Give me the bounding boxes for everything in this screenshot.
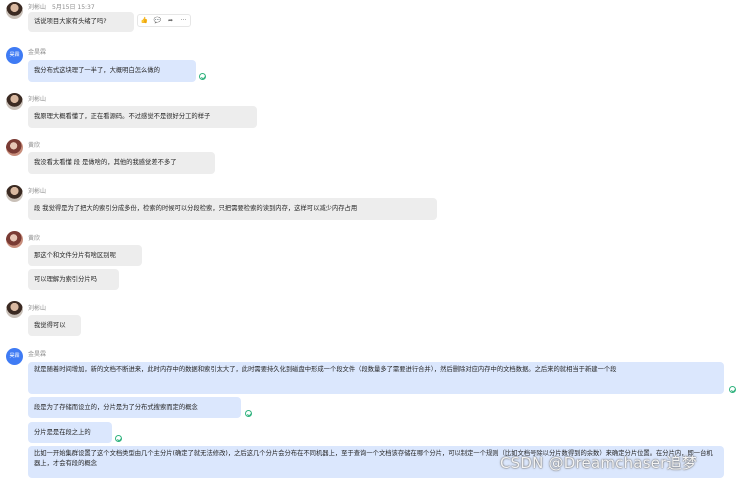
message-bubble[interactable]: 分片是是在段之上的 xyxy=(28,422,112,443)
comment-icon[interactable]: 💬 xyxy=(153,17,162,24)
avatar[interactable] xyxy=(6,2,23,19)
sender-name: 刘彬山 xyxy=(28,96,47,103)
sender-name: 黄欣 xyxy=(28,142,41,149)
sender-name: 刘彬山 xyxy=(28,188,47,195)
more-icon[interactable]: ··· xyxy=(179,17,188,24)
message-bubble[interactable]: 段 我觉得是为了把大的索引分成多份，检索的时候可以分段检索，只把需要检索的读到内… xyxy=(28,198,437,220)
message-bubble[interactable]: 话说项目大家有头绪了吗? xyxy=(28,12,134,32)
avatar[interactable] xyxy=(6,185,23,202)
sender-name: 金昊霖 xyxy=(28,49,47,56)
read-check-icon xyxy=(199,73,206,80)
message-bubble[interactable]: 我没看太看懂 段 是做啥的，其他的我感觉差不多了 xyxy=(28,152,215,174)
watermark: CSDN @Dreamchaser追梦 xyxy=(500,454,697,472)
sender-name: 黄欣 xyxy=(28,235,41,242)
sender-meta: 刘彬山 5月15日 15:37 xyxy=(28,2,95,11)
avatar[interactable] xyxy=(6,93,23,110)
share-icon[interactable]: ➦ xyxy=(166,17,175,24)
message-time: 5月15日 15:37 xyxy=(52,4,95,11)
avatar[interactable] xyxy=(6,231,23,248)
sender-name: 刘彬山 xyxy=(28,305,47,312)
message-bubble[interactable]: 那这个和文件分片有啥区别呢 xyxy=(28,245,142,266)
message-toolbar: 👍 💬 ➦ ··· xyxy=(137,14,191,27)
avatar[interactable] xyxy=(6,301,23,318)
read-check-icon xyxy=(245,410,252,417)
sender-name: 金昊霖 xyxy=(28,351,47,358)
message-bubble[interactable]: 我原理大概看懂了，正在看源码。不过感觉不是很好分工的样子 xyxy=(28,106,257,128)
message-bubble[interactable]: 可以理解为索引分片吗 xyxy=(28,269,119,290)
message-bubble[interactable]: 我觉得可以 xyxy=(28,315,81,336)
sender-name: 刘彬山 xyxy=(28,4,47,11)
chat-history: 刘彬山 5月15日 15:37 话说项目大家有头绪了吗? 👍 💬 ➦ ··· 昊霖… xyxy=(0,0,742,482)
message-bubble[interactable]: 我分布式这块理了一半了，大概明白怎么做的 xyxy=(28,60,196,82)
message-bubble[interactable]: 就是随着时间增加，新的文档不断进来，此时内存中的数据和索引太大了，此时需要持久化… xyxy=(28,362,724,394)
avatar[interactable] xyxy=(6,139,23,156)
read-check-icon xyxy=(729,386,736,393)
like-icon[interactable]: 👍 xyxy=(140,17,149,24)
avatar[interactable]: 昊霖 xyxy=(6,47,23,64)
message-bubble[interactable]: 段是为了存储而设立的，分片是为了分布式搜索而定的概念 xyxy=(28,397,241,418)
read-check-icon xyxy=(115,435,122,442)
avatar[interactable]: 昊霖 xyxy=(6,348,23,365)
